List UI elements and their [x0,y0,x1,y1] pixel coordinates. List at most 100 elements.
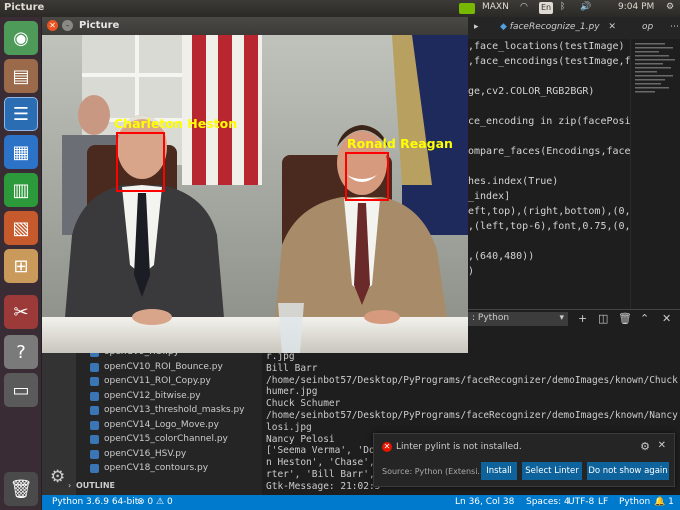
chevron-down-icon: ▾ [559,313,564,323]
bluetooth-icon[interactable]: ᛒ [560,2,565,12]
terminal-select-label: : Python [472,313,510,323]
chevron-right-icon[interactable]: › [68,481,71,490]
window-titlebar[interactable]: ✕ – Picture [42,17,468,35]
settings-icon[interactable]: ✂ [4,295,38,329]
terminal-select[interactable]: : Python ▾ [468,312,568,326]
calc-icon[interactable]: ▥ [4,173,38,207]
python-file-icon [90,362,99,372]
close-icon[interactable]: ✕ [658,440,666,451]
python-file-icon [90,449,99,459]
keyboard-layout[interactable]: En [539,2,553,14]
gear-icon[interactable]: ⚙ [666,2,674,12]
encoding[interactable]: UTF-8 [568,497,594,507]
python-file-icon [90,377,99,386]
power-mode[interactable]: MAXN [482,2,509,12]
face-box-1 [116,132,165,192]
volume-icon[interactable]: 🔊 [580,2,591,12]
line-ending[interactable]: LF [598,497,608,507]
ubuntu-home-icon[interactable]: ◉ [4,21,38,55]
warning-count: 0 [166,497,173,507]
gear-icon[interactable]: ⚙ [640,440,650,453]
face-label-2: Ronald Reagan [347,136,453,151]
window-title: Picture [79,20,120,31]
list-item[interactable]: openCV10_ROI_Bounce.py [90,361,223,372]
select-linter-button[interactable]: Select Linter [522,462,582,480]
tab-label: faceRecognize_1.py [509,22,600,32]
code-line: ce_encoding in zip(facePositio [468,116,630,127]
list-item[interactable]: openCV16_HSV.py [90,448,187,459]
writer-icon[interactable]: ▦ [4,135,38,169]
status-bar: Python 3.6.9 64-bit ⊗ 0 ⚠ 0 Ln 36, Col 3… [42,495,680,510]
notification-count: 1 [668,497,674,507]
terminal-line: losi.jpg [266,421,312,433]
file-name: openCV18_contours.py [104,463,209,473]
notifications[interactable]: 🔔 1 [654,497,674,507]
list-item[interactable]: openCV15_colorChannel.py [90,434,228,444]
tab-face-recognize[interactable]: ◆ faceRecognize_1.py ✕ [494,17,634,39]
file-name: openCV16_HSV.py [104,448,187,459]
cursor-position[interactable]: Ln 36, Col 38 [455,497,514,507]
python-file-icon [90,464,99,473]
close-window-icon[interactable]: ✕ [47,20,58,31]
python-interpreter[interactable]: Python 3.6.9 64-bit [52,497,138,507]
editor-tab-bar: ▸ ◆ faceRecognize_1.py ✕ op ⋯ [468,17,680,39]
clock[interactable]: 9:04 PM [618,2,654,12]
photo-canvas: Charleton Heston Ronald Reagan [42,35,468,353]
impress-icon[interactable]: ▧ [4,211,38,245]
software-center-icon[interactable]: ⊞ [4,249,38,283]
python-file-icon [90,406,99,415]
list-item[interactable]: openCV12_bitwise.py [90,391,201,401]
tab-label: op [642,22,654,32]
close-icon[interactable]: ✕ [608,22,616,32]
drive-icon[interactable]: ▭ [4,373,38,407]
terminal-line: Gtk-Message: 21:02:5 [266,480,381,492]
do-not-show-button[interactable]: Do not show again [587,462,669,480]
code-line: hes.index(True) [468,176,559,187]
split-terminal-icon[interactable]: ◫ [598,312,608,325]
text-editor-icon[interactable]: ☰ [4,97,38,131]
language-mode[interactable]: Python [619,497,650,507]
terminal-line: Nancy Pelosi [266,433,335,445]
help-icon[interactable]: ? [4,335,38,369]
file-name: openCV13_threshold_masks.py [104,405,245,415]
install-button[interactable]: Install [481,462,517,480]
maximize-panel-icon[interactable]: ⌃ [640,312,649,325]
launcher: ◉ ▤ ☰ ▦ ▥ ▧ ⊞ ✂ ? ▭ 🗑 [0,17,42,510]
file-name: openCV10_ROI_Bounce.py [104,361,223,372]
list-item[interactable]: openCV18_contours.py [90,463,209,473]
python-file-icon [90,435,99,444]
terminal-line: /home/seinbot57/Desktop/PyPrograms/faceR… [266,410,680,421]
tab-op[interactable]: op [636,17,666,39]
wifi-icon[interactable]: ◠ [520,2,528,12]
outline-section[interactable]: OUTLINE [76,481,115,490]
terminal-line: rter', 'Bill Barr', ' [266,469,387,480]
indentation[interactable]: Spaces: 4 [526,497,570,507]
app-title: Picture [4,2,45,13]
list-item[interactable]: openCV13_threshold_masks.py [90,405,245,415]
close-panel-icon[interactable]: ✕ [662,312,671,325]
list-item[interactable]: openCV11_ROI_Copy.py [90,376,211,386]
new-terminal-icon[interactable]: + [578,312,587,325]
notification-message: Linter pylint is not installed. [396,442,522,452]
trash-icon[interactable]: 🗑 [618,312,632,325]
python-file-icon: ◆ [500,22,507,32]
code-editor[interactable]: ,face_locations(testImage) ,face_encoding… [468,39,630,309]
trash-icon[interactable]: 🗑 [4,472,38,506]
files-icon[interactable]: ▤ [4,59,38,93]
problems-indicator[interactable]: ⊗ 0 ⚠ 0 [137,497,173,507]
terminal-line: /home/seinbot57/Desktop/PyPrograms/faceR… [266,374,680,386]
more-actions-icon[interactable]: ⋯ [664,17,680,39]
tab-scroll-icon[interactable]: ▸ [468,17,492,39]
notification-source: Source: Python (Extensi... [382,467,486,476]
bell-icon: 🔔 [654,497,666,507]
nvidia-icon[interactable] [459,3,475,14]
picture-window: ✕ – Picture Charleton Heston Ronald Reag… [42,17,468,353]
terminal-line: ['Seema Verma', 'Dona [266,445,387,457]
file-name: openCV14_Logo_Move.py [104,419,219,430]
list-item[interactable]: openCV14_Logo_Move.py [90,419,219,430]
warning-icon: ⚠ [156,497,165,507]
minimap[interactable] [630,39,680,309]
minimize-window-icon[interactable]: – [62,20,73,31]
face-label-1: Charleton Heston [114,116,238,131]
terminal-line: Chuck Schumer [266,398,341,410]
